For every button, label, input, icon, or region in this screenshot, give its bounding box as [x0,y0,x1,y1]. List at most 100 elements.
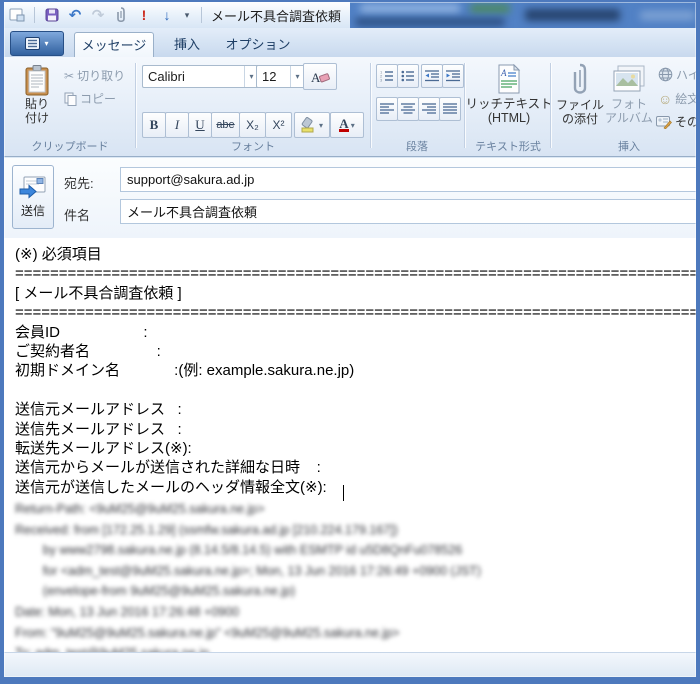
tab-options[interactable]: オプション [222,32,294,57]
group-label-insert: 挿入 [562,138,696,154]
blurred-header-line: Date: Mon, 13 Jun 2016 17:26:48 +0900 [15,602,696,623]
other-label: その他 [675,113,700,130]
bullet-list-button[interactable] [397,64,419,88]
other-insert-button[interactable]: その他 ▾ [656,113,700,130]
subject-field[interactable] [120,199,700,224]
subject-label: 件名 [64,205,90,224]
underline-button[interactable]: U [188,112,212,138]
blurred-header-line: by www2798.sakura.ne.jp (8.14.5/8.14.5) … [15,540,696,561]
blurred-header-line: for <adm_test@9uM25.sakura.ne.jp>; Mon, … [15,561,696,582]
justify-button[interactable] [439,97,461,121]
system-menu-icon[interactable] [8,6,26,24]
ribbon-tab-row: ▾ メッセージ 挿入 オプション [2,28,696,57]
high-importance-icon[interactable]: ! [135,6,153,24]
svg-text:3: 3 [380,78,383,82]
send-button[interactable]: 送信 [12,165,54,229]
strikethrough-button[interactable]: abe [211,112,240,138]
cut-button[interactable]: ✂ 切り取り [64,67,125,84]
window-title: メール不具合調査依頼 [211,6,341,25]
highlight-color-button[interactable]: ▾ [294,112,330,138]
copy-button[interactable]: コピー [64,90,116,107]
paste-label: 貼り [25,97,49,111]
align-center-button[interactable] [397,97,419,121]
body-line: 転送先メールアドレス(※): [15,439,696,458]
font-size-combo[interactable]: 12 ▾ [256,65,305,88]
increase-indent-button[interactable] [442,64,464,88]
status-bar [2,652,696,678]
superscript-button[interactable]: X² [265,112,292,138]
numbered-list-button[interactable]: 123 [376,64,398,88]
globe-icon [658,67,673,82]
save-icon[interactable] [43,6,61,24]
message-compose-window: ↶ ↷ ! ↓ ▾ メール不具合調査依頼 ▾ メッセージ 挿入 オプション [0,0,700,684]
italic-button[interactable]: I [165,112,189,138]
align-right-button[interactable] [418,97,440,121]
font-color-icon: A [339,118,348,132]
photo-album-label: フォト [611,97,647,111]
paperclip-icon [571,63,589,96]
body-line: 会員ID : [15,323,696,342]
group-label-clipboard: クリップボード [6,138,134,154]
font-color-button[interactable]: A ▾ [330,112,364,138]
align-left-button[interactable] [376,97,398,121]
group-separator [550,63,551,148]
file-menu-dropdown-icon: ▾ [44,39,48,48]
photo-album-label: アルバム [605,111,653,125]
blurred-header-line: To: adm_test@9uM25.sakura.ne.jp [15,643,696,652]
qat-separator [201,7,202,23]
to-field[interactable] [120,167,700,192]
attach-file-icon[interactable] [112,6,130,24]
paste-button[interactable]: 貼り 付け [14,62,60,138]
ribbon: 貼り 付け ✂ 切り取り コピー クリップボード Calibri ▾ 12 ▾ … [2,57,696,157]
font-family-combo[interactable]: Calibri ▾ [142,65,259,88]
svg-text:A: A [500,68,507,78]
send-label: 送信 [21,202,45,219]
subscript-button[interactable]: X₂ [239,112,266,138]
tab-insert[interactable]: 挿入 [160,32,214,57]
attach-file-label: ファイル [556,98,604,112]
redacted-blob [355,18,505,26]
photo-album-icon [612,65,646,95]
clear-formatting-button[interactable]: A [303,63,337,90]
attach-file-button[interactable]: ファイル の添付 [556,61,604,139]
smiley-icon: ☺ [658,91,672,107]
highlight-pen-icon [301,117,317,133]
tab-message[interactable]: メッセージ [74,32,154,58]
file-menu-icon [25,37,40,50]
decrease-indent-button[interactable] [421,64,443,88]
bold-button[interactable]: B [142,112,166,138]
qat-separator [34,7,35,23]
blurred-header-line: Return-Path: <9uM25@9uM25.sakura.ne.jp> [15,499,696,520]
font-size-value: 12 [262,69,276,84]
photo-album-button[interactable]: フォト アルバム [604,61,654,139]
emoji-label: 絵文字 [675,90,700,107]
rich-text-format-button[interactable]: A リッチテキスト (HTML) [470,61,548,139]
undo-icon[interactable]: ↶ [66,6,84,24]
body-line: 送信元が送信したメールのヘッダ情報全文(※): [15,478,696,497]
group-separator [370,63,371,148]
rich-text-document-icon: A [496,64,522,94]
body-line: 送信元メールアドレス : [15,400,696,419]
emoji-button[interactable]: ☺ 絵文字 ▾ [658,90,700,107]
qat-customize-icon[interactable]: ▾ [181,6,193,24]
message-body-editor[interactable]: (※) 必須項目 ===============================… [2,238,696,652]
group-separator [135,63,136,148]
body-line: 送信先メールアドレス : [15,420,696,439]
hyperlink-button[interactable]: ハイパーリンク [658,66,696,83]
body-line: ========================================… [15,264,696,283]
titlebar: ↶ ↷ ! ↓ ▾ メール不具合調査依頼 [2,2,696,28]
redacted-blob [525,9,620,21]
quick-access-toolbar: ↶ ↷ ! ↓ ▾ [8,6,205,24]
body-line: ========================================… [15,303,696,322]
cut-label: 切り取り [77,67,125,84]
file-menu-button[interactable]: ▾ [10,31,64,56]
body-line [15,381,696,400]
copy-label: コピー [80,90,116,107]
body-line: (※) 必須項目 [15,245,696,264]
blurred-email-headers: Return-Path: <9uM25@9uM25.sakura.ne.jp> … [15,499,696,652]
body-line: 送信元からメールが送信された詳細な日時 : [15,458,696,477]
compose-header: 送信 宛先: 件名 [2,158,696,239]
low-importance-icon[interactable]: ↓ [158,6,176,24]
paste-clipboard-icon [24,65,50,97]
blurred-header-line: (envelope-from 9uM25@9uM25.sakura.ne.jp) [15,581,696,602]
